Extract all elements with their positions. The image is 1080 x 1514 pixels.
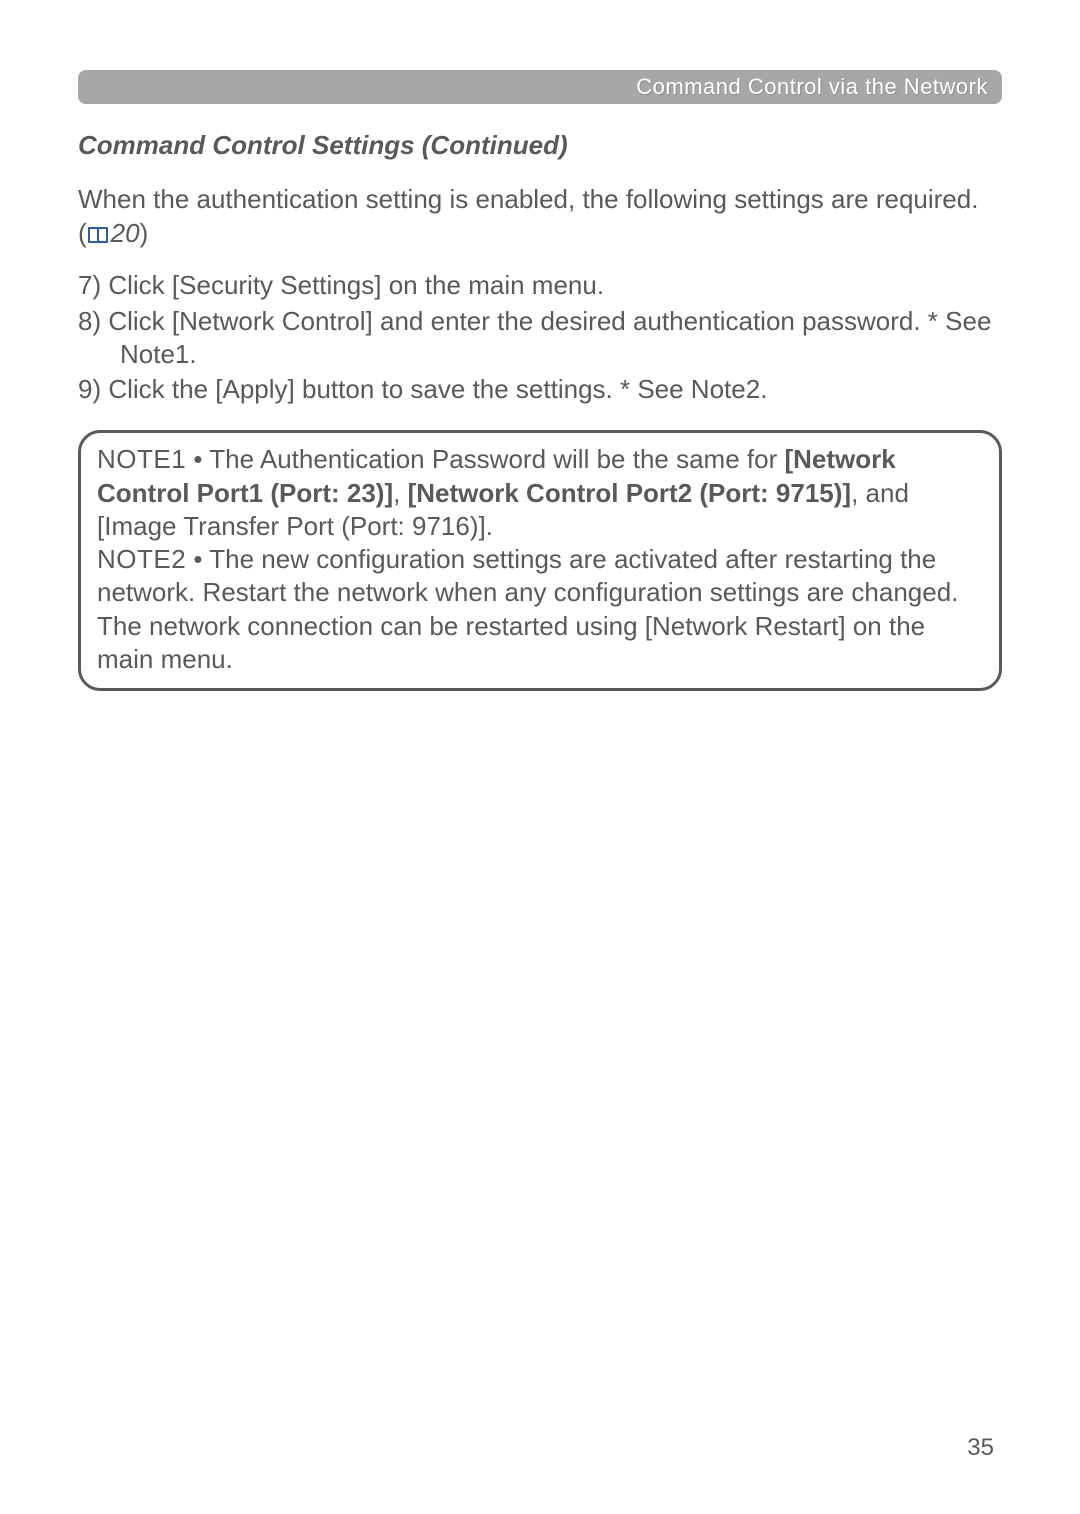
step-text: 9) Click the: [78, 374, 215, 404]
note1-label: NOTE1: [97, 444, 186, 474]
steps-list: 7) Click [ Security Settings] on the main…: [78, 269, 1002, 406]
note1-text-a: • The Authentication Password will be th…: [186, 444, 784, 474]
reference-link: ( 20): [78, 218, 1002, 251]
note-2: NOTE2 • The new configuration settings a…: [97, 543, 983, 676]
book-icon: [87, 220, 109, 251]
step-text: on the main menu.: [381, 270, 604, 300]
header-bar: Command Control via the Network: [78, 70, 1002, 104]
ref-open: (: [78, 218, 87, 248]
note2-label: NOTE2: [97, 544, 186, 574]
ui-network-restart: Network Restart: [652, 611, 838, 641]
note-1: NOTE1 • The Authentication Password will…: [97, 443, 983, 543]
note1-and: , and: [851, 478, 909, 508]
note1-comma: ,: [393, 478, 407, 508]
ui-open: [: [408, 478, 417, 508]
ui-image-transfer-port: Image Transfer Port (Port: 9716): [104, 511, 478, 541]
ui-apply: Apply: [223, 374, 288, 404]
ui-close: ]: [288, 374, 295, 404]
step-7: 7) Click [Security Settings] on the main…: [78, 269, 1002, 302]
step-9: 9) Click the [Apply] button to save the …: [78, 373, 1002, 406]
step-8: 8) Click [Network Control] and enter the…: [78, 305, 1002, 372]
step-text: button to save the settings. * See Note2…: [295, 374, 768, 404]
step-text: 8) Click: [78, 306, 172, 336]
ui-security-settings: Security Settings: [179, 270, 374, 300]
page-number: 35: [967, 1434, 994, 1462]
note-box: NOTE1 • The Authentication Password will…: [78, 430, 1002, 691]
note1-period: .: [486, 511, 493, 541]
ui-open: [: [645, 611, 652, 641]
step-text: 7) Click: [78, 270, 172, 300]
ui-network-control-port2: Network Control Port2 (Port: 9715): [416, 478, 842, 508]
ui-close: ]: [838, 611, 845, 641]
breadcrumb: Command Control via the Network: [636, 74, 988, 99]
ui-open: [: [215, 374, 222, 404]
ui-close: ]: [842, 478, 851, 508]
ref-close: ): [140, 218, 149, 248]
ref-number: 20: [111, 218, 140, 248]
ui-network-control: Network Control: [179, 306, 365, 336]
intro-paragraph: When the authentication setting is enabl…: [78, 183, 1002, 216]
ui-open: [: [784, 444, 793, 474]
ui-close: ]: [384, 478, 393, 508]
section-title: Command Control Settings (Continued): [78, 130, 1002, 161]
ui-close: ]: [366, 306, 373, 336]
ui-close: ]: [479, 511, 486, 541]
